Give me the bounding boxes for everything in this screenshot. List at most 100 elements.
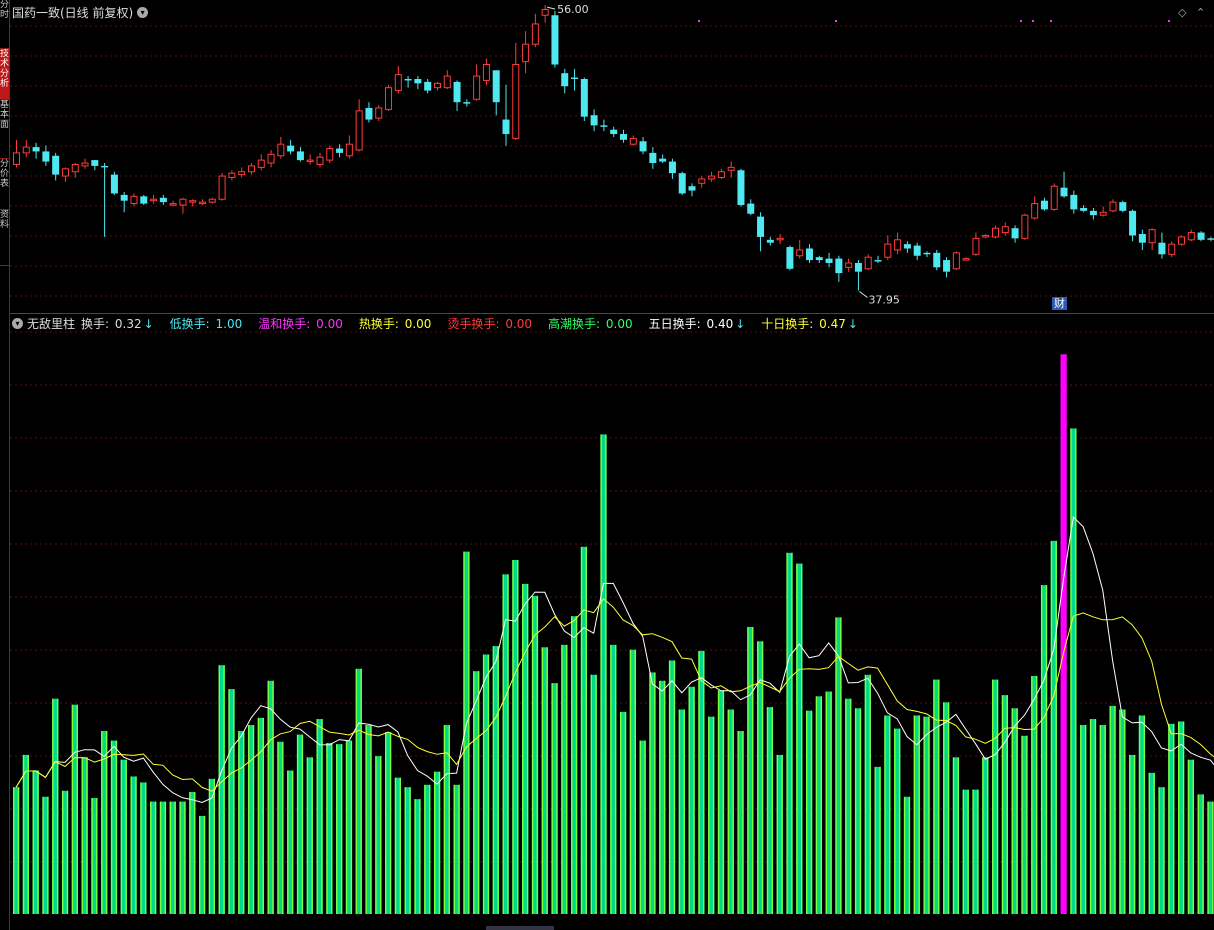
finance-badge[interactable]: 财 xyxy=(1052,297,1067,310)
candle[interactable] xyxy=(815,255,823,263)
candle[interactable] xyxy=(708,171,716,182)
candle[interactable] xyxy=(757,212,765,252)
candle[interactable] xyxy=(1158,232,1166,259)
candle[interactable] xyxy=(1040,197,1048,211)
candle[interactable] xyxy=(326,145,334,164)
turnover-bar[interactable] xyxy=(786,552,793,914)
candle[interactable] xyxy=(776,234,784,245)
turnover-bar[interactable] xyxy=(1119,709,1126,914)
turnover-bar[interactable] xyxy=(110,740,118,914)
candle[interactable] xyxy=(561,68,569,94)
turnover-bar[interactable] xyxy=(257,717,264,914)
candle[interactable] xyxy=(101,163,109,237)
candle[interactable] xyxy=(316,152,324,168)
candle[interactable] xyxy=(903,241,911,253)
candle[interactable] xyxy=(208,197,216,204)
turnover-bar[interactable] xyxy=(717,690,725,914)
candle[interactable] xyxy=(610,126,618,137)
turnover-bar[interactable] xyxy=(590,674,597,914)
candle[interactable] xyxy=(463,99,471,107)
candle[interactable] xyxy=(531,13,539,48)
candle[interactable] xyxy=(267,149,275,168)
candle[interactable] xyxy=(659,154,667,164)
turnover-bar[interactable] xyxy=(1148,772,1155,914)
turnover-bar[interactable] xyxy=(61,790,69,914)
candle[interactable] xyxy=(923,251,931,258)
turnover-bar[interactable] xyxy=(776,754,783,914)
candle[interactable] xyxy=(306,154,314,165)
candle[interactable] xyxy=(1031,196,1039,220)
turnover-bar[interactable] xyxy=(189,792,196,914)
turnover-bar[interactable] xyxy=(267,680,274,914)
candle[interactable] xyxy=(737,168,745,207)
turnover-bar[interactable] xyxy=(52,698,59,914)
candle[interactable] xyxy=(874,255,882,263)
turnover-bar[interactable] xyxy=(296,734,304,914)
candle[interactable] xyxy=(796,239,804,259)
turnover-bar[interactable] xyxy=(668,660,676,914)
turnover-bar[interactable] xyxy=(32,770,39,914)
turnover-bar[interactable] xyxy=(1021,735,1028,914)
turnover-bar[interactable] xyxy=(1040,585,1048,914)
candle[interactable] xyxy=(257,154,265,171)
turnover-bar[interactable] xyxy=(316,719,323,914)
candle[interactable] xyxy=(766,236,774,246)
turnover-bar[interactable] xyxy=(894,728,901,914)
candle[interactable] xyxy=(414,76,422,90)
turnover-bar[interactable] xyxy=(688,686,695,914)
candle[interactable] xyxy=(992,225,999,239)
candle[interactable] xyxy=(619,129,627,143)
candle[interactable] xyxy=(727,161,735,178)
candle[interactable] xyxy=(355,99,363,152)
turnover-bar[interactable] xyxy=(277,741,284,914)
candle[interactable] xyxy=(835,255,843,282)
candle[interactable] xyxy=(590,109,598,132)
turnover-bar[interactable] xyxy=(433,771,441,914)
candle[interactable] xyxy=(13,139,20,168)
candle[interactable] xyxy=(1207,236,1214,242)
turnover-bar[interactable] xyxy=(159,801,167,914)
candle[interactable] xyxy=(502,84,510,146)
turnover-bar[interactable] xyxy=(414,799,421,914)
turnover-bar[interactable] xyxy=(287,770,294,914)
event-marker[interactable] xyxy=(1032,20,1034,22)
turnover-bar[interactable] xyxy=(551,683,558,914)
turnover-bar[interactable] xyxy=(1168,723,1175,914)
price-chart-panel[interactable]: 56.00 37.95 国药一致(日线 前复权) ▾ ◇ ⌃ 财 xyxy=(10,0,1214,313)
turnover-bar[interactable] xyxy=(678,709,685,914)
candle[interactable] xyxy=(336,144,344,158)
candle[interactable] xyxy=(71,163,79,178)
turnover-bar[interactable] xyxy=(345,740,353,914)
event-marker[interactable] xyxy=(1020,20,1022,22)
candle[interactable] xyxy=(786,245,794,271)
turnover-bar[interactable] xyxy=(492,646,499,914)
chevron-up-icon[interactable]: ⌃ xyxy=(1196,6,1205,19)
turnover-bar[interactable] xyxy=(610,644,617,914)
sidebar-tab-info[interactable]: 资料 xyxy=(0,210,9,266)
candle[interactable] xyxy=(433,81,441,91)
candle[interactable] xyxy=(150,194,158,204)
candle[interactable] xyxy=(277,136,285,159)
candle[interactable] xyxy=(218,173,226,201)
candle[interactable] xyxy=(943,257,951,278)
turnover-bar[interactable] xyxy=(326,742,333,914)
sidebar-tab-price-table[interactable]: 分价表 xyxy=(0,159,9,210)
turnover-bar[interactable] xyxy=(247,725,255,914)
turnover-bar[interactable] xyxy=(81,757,88,914)
turnover-bar[interactable] xyxy=(639,740,646,914)
turnover-bar[interactable] xyxy=(473,671,480,914)
turnover-bar[interactable] xyxy=(502,574,509,914)
turnover-bar[interactable] xyxy=(1089,719,1097,914)
turnover-bar[interactable] xyxy=(580,546,588,914)
candle[interactable] xyxy=(22,139,30,158)
turnover-bar[interactable] xyxy=(1158,787,1165,914)
candle[interactable] xyxy=(845,258,853,272)
turnover-bar[interactable] xyxy=(1099,725,1106,914)
candle[interactable] xyxy=(52,152,60,181)
candle[interactable] xyxy=(492,70,500,116)
turnover-bar[interactable] xyxy=(336,744,343,914)
candle[interactable] xyxy=(1001,222,1009,236)
candle[interactable] xyxy=(473,64,481,101)
candle[interactable] xyxy=(551,10,559,68)
candle[interactable] xyxy=(639,136,647,155)
